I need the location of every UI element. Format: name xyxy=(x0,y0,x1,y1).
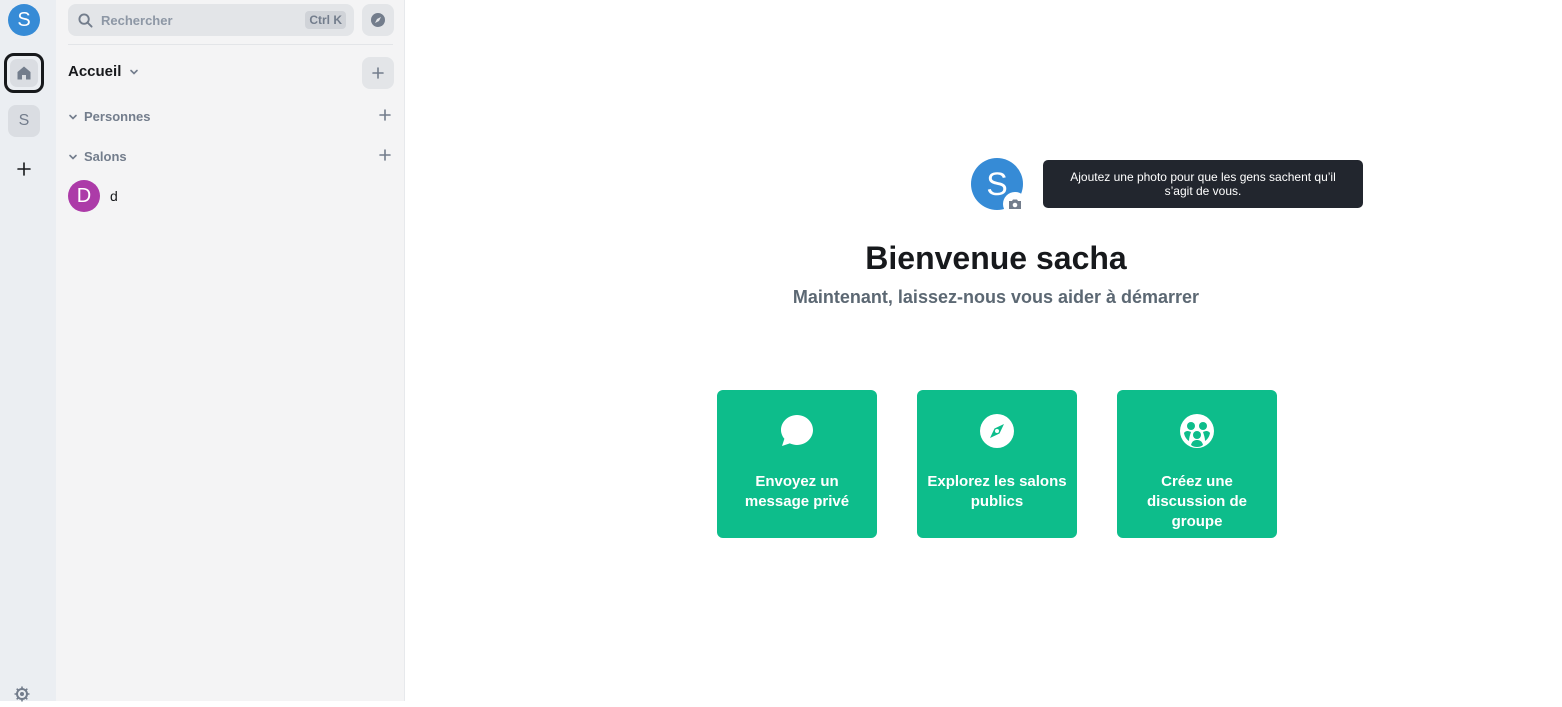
quick-settings-button[interactable] xyxy=(14,686,32,704)
gear-icon xyxy=(14,686,30,702)
compass-icon xyxy=(371,13,385,27)
home-context-menu-button[interactable]: Accueil xyxy=(68,63,139,80)
space-s-button[interactable]: S xyxy=(4,101,44,141)
compass-icon xyxy=(980,414,1014,448)
add-room-button[interactable] xyxy=(362,57,394,89)
upload-avatar-button[interactable] xyxy=(1003,192,1027,216)
room-name: d xyxy=(110,188,118,204)
create-space-button[interactable] xyxy=(4,149,44,189)
camera-icon xyxy=(1009,199,1021,209)
explore-rooms-button[interactable] xyxy=(362,4,394,36)
chevron-down-icon xyxy=(69,114,77,120)
group-icon xyxy=(1180,414,1214,448)
home-icon-wrap xyxy=(10,59,38,87)
home-page: S Ajoutez une photo pour que les gens sa… xyxy=(405,0,1562,701)
search-input[interactable]: Rechercher Ctrl K xyxy=(68,4,354,36)
space-panel: S S xyxy=(0,0,56,704)
space-s-avatar: S xyxy=(8,105,40,137)
home-title: Accueil xyxy=(68,63,122,80)
chat-bubble-icon xyxy=(781,415,813,446)
explore-public-rooms-button[interactable]: Explorez les salons publics xyxy=(917,390,1077,538)
section-label-rooms: Salons xyxy=(84,149,127,164)
create-group-chat-button[interactable]: Créez une discussion de groupe xyxy=(1117,390,1277,538)
search-icon xyxy=(78,12,93,28)
section-label-people: Personnes xyxy=(84,109,151,124)
welcome-subtitle: Maintenant, laissez-nous vous aider à dé… xyxy=(792,287,1200,307)
create-group-chat-label: Créez une discussion de groupe xyxy=(1146,473,1248,530)
home-icon xyxy=(17,66,31,80)
avatar-tooltip: Ajoutez une photo pour que les gens sach… xyxy=(1043,160,1363,208)
plus-icon xyxy=(379,149,391,161)
plus-icon xyxy=(17,162,31,176)
send-dm-label: Envoyez un message privé xyxy=(744,473,850,510)
user-menu-avatar[interactable]: S xyxy=(8,4,40,36)
section-header-rooms[interactable]: Salons xyxy=(68,149,127,164)
section-header-people[interactable]: Personnes xyxy=(68,109,150,124)
room-list-panel: Rechercher Ctrl K Accueil Personnes Salo… xyxy=(56,0,405,701)
icon-wrap xyxy=(978,412,1016,450)
icon-wrap xyxy=(778,412,816,450)
search-shortcut-badge: Ctrl K xyxy=(305,11,346,29)
chevron-down-icon xyxy=(69,154,77,160)
explore-public-rooms-label: Explorez les salons publics xyxy=(927,473,1067,510)
start-chat-button[interactable] xyxy=(376,106,394,124)
room-tile[interactable]: D d xyxy=(64,178,397,214)
chevron-down-icon xyxy=(130,69,139,75)
add-room-section-button[interactable] xyxy=(376,146,394,164)
send-dm-button[interactable]: Envoyez un message privé xyxy=(717,390,877,538)
plus-icon xyxy=(379,109,391,121)
welcome-title: Bienvenue sacha xyxy=(865,240,1127,276)
icon-wrap xyxy=(1178,412,1216,450)
room-avatar: D xyxy=(68,180,100,212)
search-placeholder: Rechercher xyxy=(101,12,173,28)
plus-icon xyxy=(372,67,384,79)
divider xyxy=(68,44,393,45)
home-space-button[interactable] xyxy=(4,53,44,93)
